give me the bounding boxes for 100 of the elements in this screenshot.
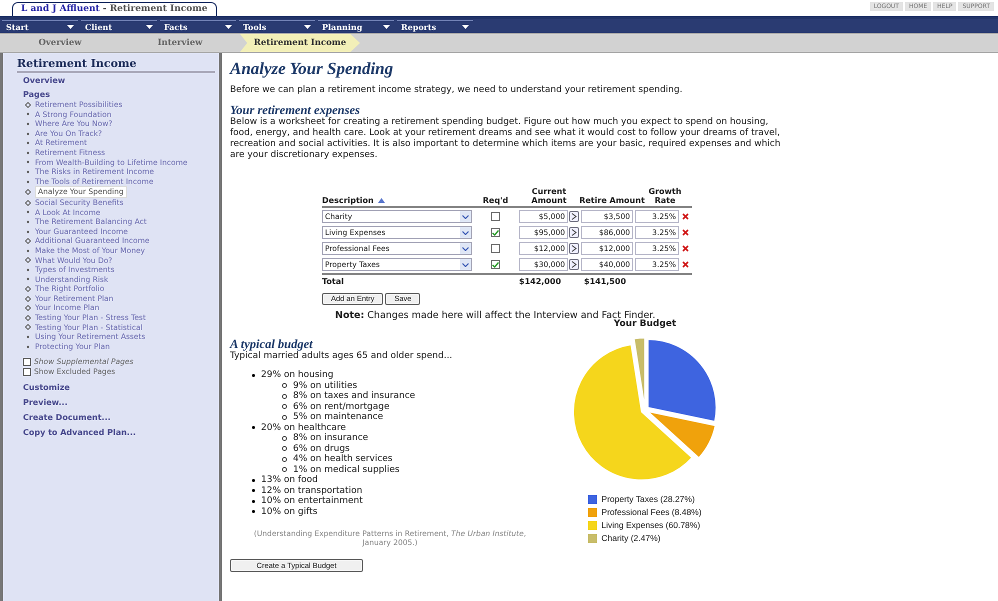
total-label: Total: [322, 276, 345, 287]
copy-button[interactable]: [569, 243, 579, 254]
chart-title: Your Budget: [614, 319, 676, 330]
menu-item[interactable]: Client: [81, 20, 157, 32]
bullet-icon: [25, 150, 31, 156]
breadcrumb-step[interactable]: Overview: [0, 34, 120, 52]
delete-button[interactable]: [680, 243, 691, 254]
required-checkbox[interactable]: [491, 228, 500, 237]
circle-bullet-icon: [282, 404, 287, 410]
total-amount: $141,500: [584, 276, 626, 287]
circle-bullet-icon: [282, 436, 287, 441]
checkbox[interactable]: [23, 358, 31, 366]
bullet-icon: [25, 120, 31, 127]
required-checkbox[interactable]: [491, 260, 500, 269]
intro-text: Before we can plan a retirement income strategy, we need to understand your retirement spending.: [230, 85, 684, 96]
caret-icon: [225, 24, 232, 28]
bullet-icon: [252, 489, 255, 492]
menu-item[interactable]: Facts: [160, 20, 236, 32]
bullet-icon: [252, 500, 255, 503]
page-title: Analyze Your Spending: [230, 59, 394, 79]
list-item: 6% on drugs: [293, 444, 350, 454]
column-header: Description: [322, 196, 472, 205]
diamond-icon: [25, 238, 31, 244]
menu-item[interactable]: Start: [2, 20, 78, 32]
list-item: 8% on insurance: [293, 433, 368, 444]
chevron-right-icon: [571, 245, 577, 252]
bullet-icon: [25, 140, 31, 146]
bullet-icon: [25, 344, 31, 350]
diamond-icon: [25, 102, 31, 108]
list-item: 10% on entertainment: [261, 496, 363, 506]
sidebar-title: Retirement Income: [17, 57, 215, 73]
caret-icon: [146, 24, 153, 28]
circle-bullet-icon: [282, 414, 287, 420]
column-header: Current Amount: [530, 187, 568, 205]
legend-swatch: [588, 521, 598, 530]
breadcrumb-step[interactable]: Retirement Income: [240, 34, 360, 52]
checkbox[interactable]: [23, 368, 31, 376]
chevron-icon: [462, 214, 469, 218]
check-icon: [492, 230, 499, 236]
body-text: Typical married adults ages 65 and older spend...: [230, 351, 454, 362]
section-heading: Your retirement expenses: [230, 103, 361, 117]
legend-label: Living Expenses (60.78%): [601, 520, 700, 531]
delete-button[interactable]: [680, 211, 691, 222]
list-item: 20% on healthcare: [261, 422, 346, 433]
list-item: 6% on rent/mortgage: [293, 402, 390, 412]
required-checkbox[interactable]: [491, 244, 500, 253]
legend-label: Professional Fees (8.48%): [601, 507, 702, 518]
chevron-icon: [462, 230, 469, 234]
bullet-icon: [25, 159, 31, 166]
bullet-icon: [25, 266, 31, 273]
chevron-icon: [462, 246, 469, 250]
legend-label: Property Taxes (28.27%): [601, 494, 695, 505]
close-icon: [682, 261, 689, 268]
total-amount: $142,000: [519, 276, 562, 287]
list-item: 4% on health services: [293, 454, 392, 464]
sidebar-link[interactable]: Overview: [17, 75, 215, 87]
copy-button[interactable]: [569, 259, 579, 270]
sidebar-link[interactable]: Preview...: [23, 397, 215, 410]
legend-swatch: [588, 534, 598, 543]
close-icon: [682, 245, 689, 252]
bullet-icon: [25, 248, 31, 254]
list-item: 1% on medical supplies: [293, 464, 400, 475]
copy-button[interactable]: [569, 227, 579, 238]
delete-button[interactable]: [680, 227, 691, 238]
bullet-icon: [25, 168, 31, 175]
bullet-icon: [252, 510, 255, 514]
note-text: Note: Changes made here will affect the Interview and Fact Finder.: [335, 310, 656, 321]
list-item: 5% on maintenance: [293, 412, 384, 422]
bullet-icon: [25, 130, 31, 137]
sidebar-link[interactable]: Create Document...: [23, 412, 215, 424]
body-text: Below is a worksheet for creating a retirement spending budget. Figure out how much you expect to spend on housing, food, energy, and health care. Look at your retirement dreams and see what it would cost to follow your dreams of travel, recreation and social activities. It is also important to determine which items are your basic, required expenses and which are your discretionary expenses.: [230, 117, 782, 161]
delete-button[interactable]: [680, 259, 691, 270]
bullet-icon: [25, 111, 31, 118]
required-checkbox[interactable]: [491, 212, 500, 221]
menu-item[interactable]: Planning: [318, 20, 394, 32]
list-item: 12% on transportation: [261, 486, 362, 496]
check-icon: [492, 262, 499, 268]
bullet-icon: [25, 276, 31, 282]
sort-icon: [378, 198, 385, 203]
caret-icon: [383, 24, 390, 28]
legend-swatch: [588, 508, 598, 517]
sidebar-link[interactable]: Copy to Advanced Plan...: [23, 427, 215, 440]
breadcrumb-step[interactable]: Interview: [120, 34, 240, 52]
bullet-icon: [25, 209, 31, 216]
chevron-right-icon: [571, 261, 577, 268]
chevron-right-icon: [571, 229, 577, 236]
column-header: Growth Rate: [648, 187, 682, 205]
bullet-icon: [25, 178, 31, 185]
chevron-icon: [462, 262, 469, 266]
caret-icon: [304, 24, 311, 28]
menu-item[interactable]: Tools: [239, 20, 315, 32]
list-item: 10% on gifts: [261, 506, 318, 517]
sidebar-link[interactable]: Customize: [23, 382, 215, 394]
copy-button[interactable]: [569, 211, 579, 222]
column-header: Req'd: [482, 196, 510, 205]
circle-bullet-icon: [282, 446, 287, 452]
bullet-icon: [25, 218, 31, 225]
menu-item[interactable]: Reports: [397, 20, 473, 32]
list-item: 8% on taxes and insurance: [293, 391, 416, 402]
chevron-right-icon: [571, 213, 577, 220]
